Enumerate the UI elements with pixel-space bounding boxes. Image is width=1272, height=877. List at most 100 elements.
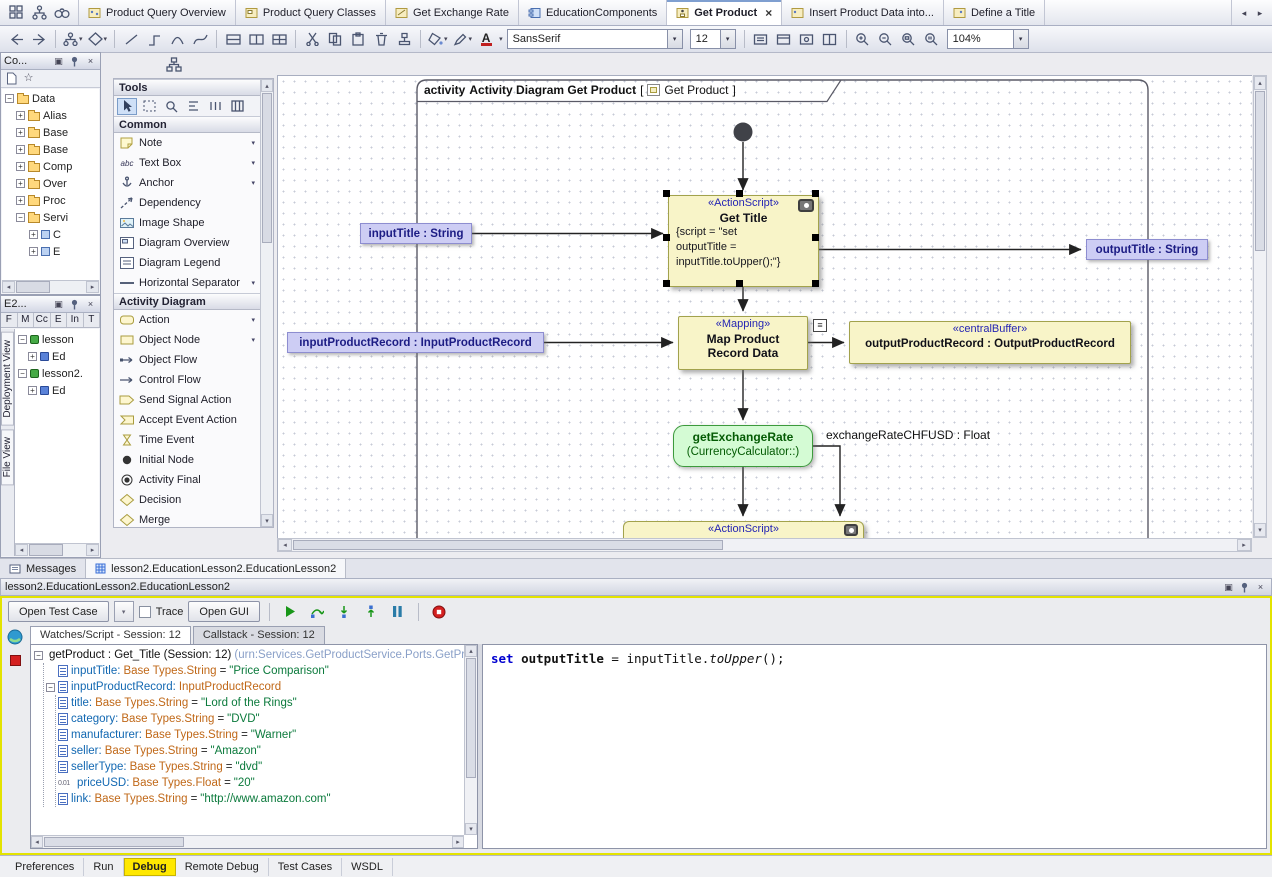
collapse-icon[interactable]: −: [18, 369, 27, 378]
tree-item[interactable]: +Comp: [2, 158, 99, 175]
forward-button[interactable]: [28, 28, 50, 50]
statusbar-tab-preferences[interactable]: Preferences: [6, 858, 84, 876]
palette-item-image-shape[interactable]: Image Shape: [114, 213, 260, 233]
polyline-tool-button[interactable]: [143, 28, 165, 50]
tree-item[interactable]: +Base: [2, 141, 99, 158]
collapse-icon[interactable]: −: [16, 213, 25, 222]
collapse-icon[interactable]: −: [5, 94, 14, 103]
scroll-left-icon[interactable]: ◂: [278, 539, 292, 551]
add-frame-button[interactable]: [750, 28, 772, 50]
windows-icon[interactable]: [7, 5, 25, 21]
stamp-button[interactable]: [393, 28, 415, 50]
letter-tab[interactable]: M: [18, 313, 35, 327]
pause-button[interactable]: [387, 601, 409, 623]
statusbar-tab-remote-debug[interactable]: Remote Debug: [176, 858, 269, 876]
arc-tool-button[interactable]: [166, 28, 188, 50]
font-family-combo[interactable]: SansSerif▾: [507, 29, 683, 49]
palette-item-note[interactable]: Note▾: [114, 133, 260, 153]
expand-icon[interactable]: +: [16, 128, 25, 137]
scroll-up-icon[interactable]: ▴: [261, 79, 273, 92]
letter-tab[interactable]: F: [1, 313, 18, 327]
palette-item-time-event[interactable]: Time Event: [114, 430, 260, 450]
tree-item[interactable]: +E: [2, 243, 99, 260]
marquee-tool-icon[interactable]: [139, 98, 159, 115]
palette-item-anchor[interactable]: Anchor▾: [114, 173, 260, 193]
expand-icon[interactable]: +: [16, 162, 25, 171]
parameter-node-input-title[interactable]: inputTitle : String: [360, 223, 472, 244]
tab-get-exchange-rate[interactable]: Get Exchange Rate: [386, 0, 519, 25]
tree-item[interactable]: +Alias: [2, 107, 99, 124]
pointer-tool-icon[interactable]: [117, 98, 137, 115]
compartment-v-button[interactable]: [245, 28, 267, 50]
spline-tool-button[interactable]: [189, 28, 211, 50]
expand-icon[interactable]: +: [16, 179, 25, 188]
central-buffer-node[interactable]: «centralBuffer» outputProductRecord : Ou…: [849, 321, 1131, 364]
tab-product-query-classes[interactable]: Product Query Classes: [236, 0, 386, 25]
expand-icon[interactable]: +: [16, 111, 25, 120]
statusbar-tab-run[interactable]: Run: [84, 858, 123, 876]
float-icon[interactable]: ▣: [1222, 581, 1235, 594]
scroll-left-icon[interactable]: ◂: [31, 836, 43, 848]
layout-tree-button[interactable]: ▾: [61, 28, 85, 50]
dropdown-icon[interactable]: ▾: [251, 179, 257, 187]
tree-item[interactable]: −Data: [2, 90, 99, 107]
tab-session[interactable]: lesson2.EducationLesson2.EducationLesson…: [86, 559, 346, 578]
dropdown-icon[interactable]: ▾: [444, 35, 448, 43]
expand-icon[interactable]: +: [29, 247, 38, 256]
palette-item-initial-node[interactable]: Initial Node: [114, 450, 260, 470]
scroll-tabs-right-icon[interactable]: ▸: [1253, 5, 1267, 21]
close-icon[interactable]: ×: [84, 298, 97, 311]
scrollbar-thumb[interactable]: [1255, 91, 1265, 251]
diagram-canvas[interactable]: activity Activity Diagram Get Product [ …: [277, 75, 1252, 538]
expand-icon[interactable]: +: [29, 230, 38, 239]
letter-tab[interactable]: In: [67, 313, 84, 327]
back-button[interactable]: [5, 28, 27, 50]
collapse-icon[interactable]: −: [18, 335, 27, 344]
tree-item[interactable]: +C: [2, 226, 99, 243]
tree-item-lesson2[interactable]: −lesson2.: [15, 365, 99, 382]
scroll-up-icon[interactable]: ▴: [465, 645, 477, 657]
pin-icon[interactable]: [1238, 581, 1251, 594]
selection-handle[interactable]: [736, 190, 743, 197]
scroll-right-icon[interactable]: ▸: [86, 544, 99, 556]
tree-item[interactable]: +Over: [2, 175, 99, 192]
properties-button[interactable]: [796, 28, 818, 50]
scrollbar-thumb[interactable]: [29, 544, 63, 556]
canvas-hscrollbar[interactable]: ◂ ▸: [277, 538, 1252, 552]
dropdown-icon[interactable]: ▾: [251, 279, 257, 287]
cut-button[interactable]: [301, 28, 323, 50]
debugger-panel-header[interactable]: lesson2.EducationLesson2.EducationLesson…: [0, 578, 1272, 596]
watch-row[interactable]: seller: Base Types.String = "Amazon": [58, 743, 464, 759]
letter-tab[interactable]: E: [51, 313, 68, 327]
scroll-down-icon[interactable]: ▾: [261, 514, 273, 527]
watch-row[interactable]: sellerType: Base Types.String = "dvd": [58, 759, 464, 775]
combo-dropdown-icon[interactable]: ▾: [720, 30, 735, 48]
line-tool-button[interactable]: [120, 28, 142, 50]
scroll-up-icon[interactable]: ▴: [1254, 76, 1266, 90]
align-tool-icon[interactable]: [183, 98, 203, 115]
dropdown-icon[interactable]: ▾: [469, 35, 473, 43]
letter-tab[interactable]: T: [84, 313, 101, 327]
collapse-icon[interactable]: −: [34, 651, 43, 660]
line-color-button[interactable]: ▾: [451, 28, 475, 50]
scroll-tabs-left-icon[interactable]: ◂: [1237, 5, 1251, 21]
float-icon[interactable]: ▣: [52, 298, 65, 311]
palette-vscrollbar[interactable]: ▴ ▾: [260, 79, 273, 527]
open-gui-button[interactable]: Open GUI: [188, 601, 260, 622]
combo-dropdown-icon[interactable]: ▾: [1013, 30, 1028, 48]
scroll-left-icon[interactable]: ◂: [2, 281, 15, 293]
watch-row[interactable]: 0.01 priceUSD: Base Types.Float = "20": [58, 775, 464, 791]
e2e-panel-header[interactable]: E2... ▣ ×: [1, 296, 100, 313]
search-icon[interactable]: [53, 5, 71, 21]
scrollbar-thumb[interactable]: [44, 837, 184, 847]
watch-row[interactable]: title: Base Types.String = "Lord of the …: [58, 695, 464, 711]
zoom-level-combo[interactable]: 104%▾: [947, 29, 1029, 49]
magnifier-tool-icon[interactable]: [161, 98, 181, 115]
tab-get-product[interactable]: Get Product×: [667, 0, 782, 25]
canvas-vscrollbar[interactable]: ▴ ▾: [1253, 75, 1267, 538]
statusbar-tab-test-cases[interactable]: Test Cases: [269, 858, 342, 876]
run-button[interactable]: [279, 601, 301, 623]
parameter-node-output-title[interactable]: outputTitle : String: [1086, 239, 1208, 260]
split-view-button[interactable]: [819, 28, 841, 50]
containment-panel-header[interactable]: Co... ▣ ×: [1, 53, 100, 70]
